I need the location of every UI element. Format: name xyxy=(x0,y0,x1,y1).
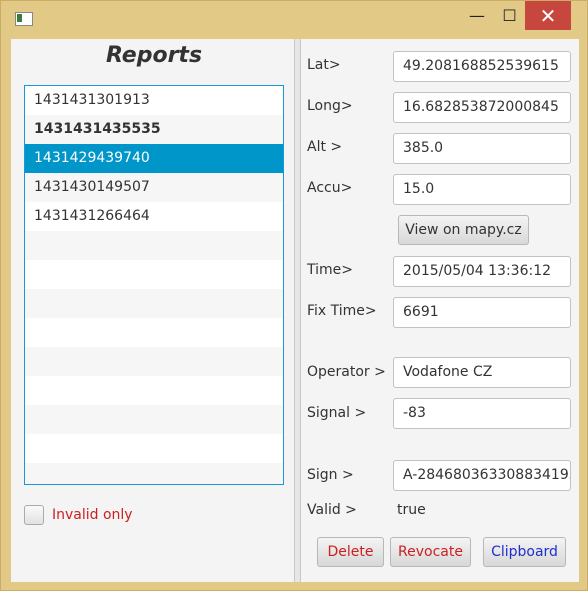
fix-time-label: Fix Time> xyxy=(307,303,377,319)
invalid-only-label[interactable]: Invalid only xyxy=(52,507,133,523)
empty-list-row xyxy=(25,463,283,484)
accu-label: Accu> xyxy=(307,180,353,196)
time-field[interactable]: 2015/05/04 13:36:12 xyxy=(393,256,571,287)
reports-list[interactable]: 1431431301913 1431431435535 1431429439740 1… xyxy=(24,85,284,485)
revocate-button[interactable]: Revocate xyxy=(390,537,471,567)
alt-label: Alt > xyxy=(307,139,343,155)
delete-button[interactable]: Delete xyxy=(317,537,384,567)
report-list-item[interactable]: 1431431435535 xyxy=(25,115,283,144)
client-area: Reports 1431431301913 1431431435535 143142… xyxy=(11,39,579,582)
operator-field[interactable]: Vodafone CZ xyxy=(393,357,571,388)
long-label: Long> xyxy=(307,98,353,114)
operator-label: Operator > xyxy=(307,364,386,380)
empty-list-row xyxy=(25,434,283,463)
maximize-button[interactable]: ☐ xyxy=(494,1,525,30)
report-list-item[interactable]: 1431431266464 xyxy=(25,202,283,231)
empty-list-row xyxy=(25,376,283,405)
valid-label: Valid > xyxy=(307,502,357,518)
signal-field[interactable]: -83 xyxy=(393,398,571,429)
app-icon xyxy=(15,12,33,26)
reports-title: Reports xyxy=(105,43,203,68)
empty-list-row xyxy=(25,231,283,260)
empty-list-row xyxy=(25,260,283,289)
empty-list-row xyxy=(25,289,283,318)
sign-label: Sign > xyxy=(307,467,354,483)
accu-field[interactable]: 15.0 xyxy=(393,174,571,205)
split-divider[interactable] xyxy=(294,39,301,582)
minimize-button[interactable]: — xyxy=(460,1,494,30)
clipboard-button[interactable]: Clipboard xyxy=(483,537,566,567)
close-button[interactable]: ✕ xyxy=(525,1,571,30)
signal-label: Signal > xyxy=(307,405,367,421)
empty-list-row xyxy=(25,318,283,347)
invalid-only-checkbox[interactable] xyxy=(24,505,44,525)
title-bar[interactable]: — ☐ ✕ xyxy=(1,1,587,31)
fix-time-field[interactable]: 6691 xyxy=(393,297,571,328)
report-list-item[interactable]: 1431431301913 xyxy=(25,86,283,115)
view-on-map-button[interactable]: View on mapy.cz xyxy=(398,215,529,245)
app-window: — ☐ ✕ Reports 1431431301913 1431431435535… xyxy=(0,0,588,591)
alt-field[interactable]: 385.0 xyxy=(393,133,571,164)
lat-field[interactable]: 49.208168852539615 xyxy=(393,51,571,82)
long-field[interactable]: 16.682853872000845 xyxy=(393,92,571,123)
time-label: Time> xyxy=(307,262,353,278)
report-list-item[interactable]: 1431430149507 xyxy=(25,173,283,202)
report-list-item[interactable]: 1431429439740 xyxy=(25,144,283,173)
empty-list-row xyxy=(25,405,283,434)
lat-label: Lat> xyxy=(307,57,341,73)
valid-value: true xyxy=(397,502,426,518)
empty-list-row xyxy=(25,347,283,376)
sign-field[interactable]: A-284680363308834193 xyxy=(393,460,571,491)
